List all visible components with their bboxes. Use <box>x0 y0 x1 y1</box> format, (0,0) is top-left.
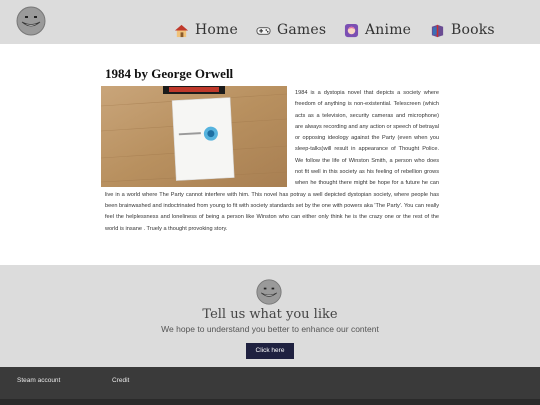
article-section: 1984 by George Orwell 1984 is a dystopia… <box>0 44 540 265</box>
feedback-subtitle: We hope to understand you better to enha… <box>161 324 379 334</box>
photo-spacer <box>105 88 295 189</box>
nav-games[interactable]: Games <box>256 22 326 38</box>
footer-bottom-bar <box>0 399 540 405</box>
footer-link-steam-account[interactable]: Steam account <box>17 377 60 384</box>
nav-home-label: Home <box>195 22 238 38</box>
nav-books[interactable]: Books <box>430 22 495 38</box>
smiley-logo-icon[interactable] <box>16 6 46 36</box>
nav-home[interactable]: Home <box>174 22 238 38</box>
anime-character-icon <box>344 23 359 37</box>
book-icon <box>431 24 444 37</box>
game-controller-icon <box>256 26 271 35</box>
house-icon <box>174 24 189 37</box>
article-body: 1984 is a dystopia novel that depicts a … <box>105 88 439 235</box>
feedback-title: Tell us what you like <box>202 307 338 322</box>
site-footer: Steam account Credit <box>0 367 540 399</box>
nav-games-label: Games <box>277 22 327 38</box>
smiley-logo-icon <box>256 279 282 305</box>
feedback-section: Tell us what you like We hope to underst… <box>0 265 540 367</box>
nav-anime[interactable]: Anime <box>344 22 411 38</box>
nav-anime-label: Anime <box>365 22 412 38</box>
footer-link-credit[interactable]: Credit <box>112 377 129 384</box>
nav-books-label: Books <box>451 22 495 38</box>
click-here-button[interactable]: Click here <box>246 343 294 359</box>
site-header: Home Games Anime Books <box>0 0 540 44</box>
article-title: 1984 by George Orwell <box>105 66 234 81</box>
